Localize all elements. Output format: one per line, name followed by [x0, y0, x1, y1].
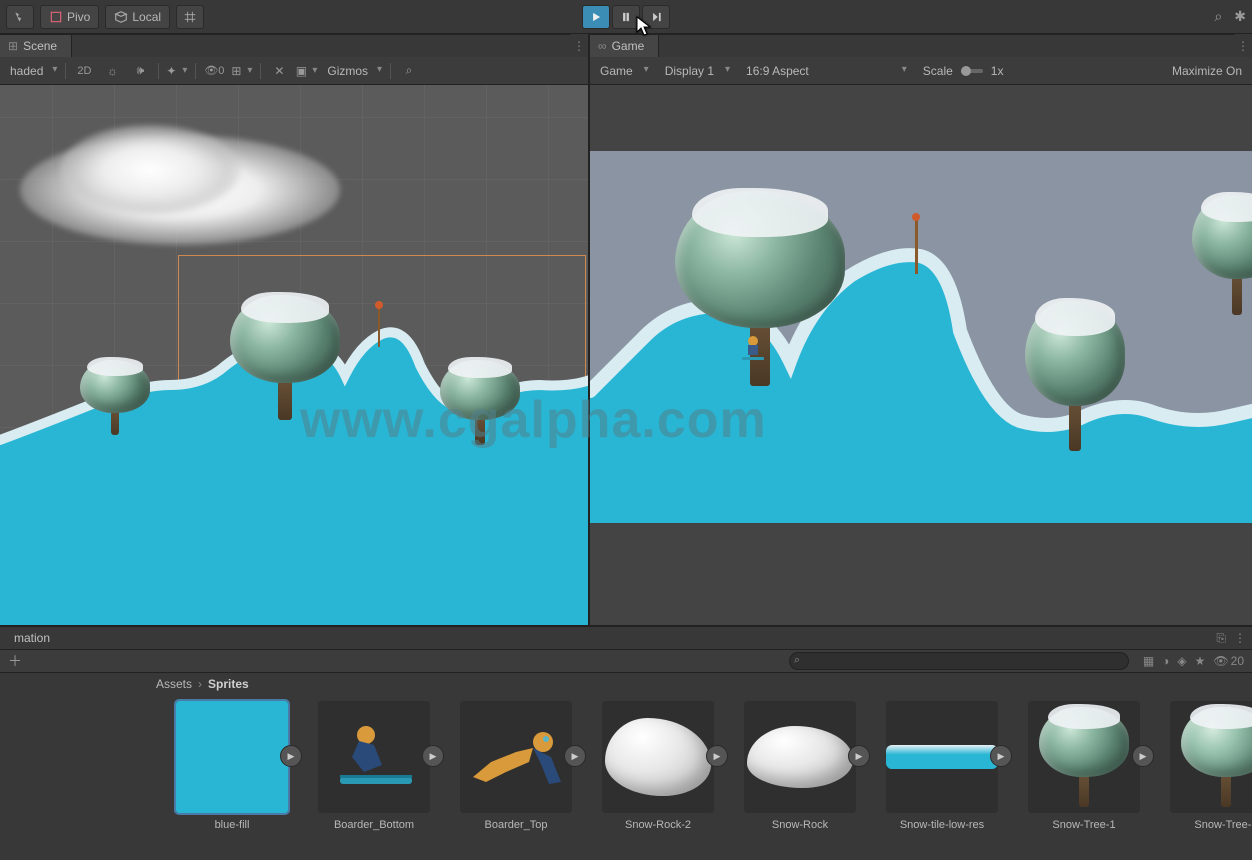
scene-toolbar: haded 2D ☼ 🕪 ✦ 👁0 ⊞ ✕ ▣ Gizmos ⌕ [0, 57, 588, 85]
local-label: Local [132, 10, 161, 24]
asset-item[interactable]: Snow-Tree-1 ▶ [1024, 701, 1144, 831]
scene-tab-menu[interactable]: ⋮ [570, 34, 588, 57]
mode-2d-toggle[interactable]: 2D [72, 61, 96, 81]
scene-panel: haded 2D ☼ 🕪 ✦ 👁0 ⊞ ✕ ▣ Gizmos ⌕ [0, 57, 590, 625]
expand-icon[interactable]: ▶ [422, 745, 444, 767]
asset-item[interactable]: Snow-tile-low-res ▶ [882, 701, 1002, 831]
player-sprite [738, 331, 768, 361]
project-search-input[interactable] [789, 652, 1129, 670]
asset-item[interactable]: Boarder_Bottom ▶ [314, 701, 434, 831]
breadcrumb-current[interactable]: Sprites [208, 677, 249, 691]
search-icon[interactable]: ⌕ [1214, 8, 1222, 25]
lighting-icon[interactable]: ☼ [100, 61, 124, 81]
asset-item[interactable]: Snow-Rock-2 ▶ [598, 701, 718, 831]
hidden-icon[interactable]: 👁0 [202, 61, 226, 81]
display-dropdown[interactable]: Display 1 [665, 64, 732, 78]
tree-sprite [80, 360, 150, 435]
tool-hand-icon[interactable] [6, 5, 34, 29]
scale-value: 1x [991, 64, 1004, 78]
game-panel: Game Display 1 16:9 Aspect Scale 1x Maxi… [590, 57, 1252, 625]
asset-item[interactable]: Snow-Tree-2 ▶ [1166, 701, 1252, 831]
game-tree-sprite [1192, 195, 1252, 315]
pivot-toggle[interactable]: Pivo [40, 5, 99, 29]
filter-label-icon[interactable]: ◈ [1177, 654, 1186, 668]
expand-icon[interactable]: ▶ [280, 745, 302, 767]
audio-icon[interactable]: 🕪 [128, 61, 152, 81]
game-viewport[interactable] [590, 85, 1252, 625]
top-toolbar: Pivo Local ⌕ ✱ [0, 0, 1252, 34]
asset-item[interactable]: Snow-Rock ▶ [740, 701, 860, 831]
scene-tab[interactable]: ⊞ Scene [0, 34, 72, 57]
scene-viewport[interactable] [0, 85, 588, 625]
pole-sprite [378, 307, 380, 347]
grid-snap-icon[interactable] [176, 5, 204, 29]
project-search-icon: ⌕ [794, 654, 800, 667]
add-icon[interactable]: ＋ [8, 651, 22, 671]
panel-menu-icon[interactable]: ⋮ [1234, 631, 1246, 646]
camera-dropdown[interactable]: ▣ [295, 61, 319, 81]
filter-icon[interactable]: ▦ [1143, 654, 1154, 668]
lock-icon[interactable]: ⎘ [1216, 631, 1226, 646]
filter-type-icon[interactable]: ◑ [1162, 654, 1169, 668]
favorite-icon[interactable]: ★ [1195, 654, 1206, 668]
local-toggle[interactable]: Local [105, 5, 170, 29]
scene-tab-icon: ⊞ [8, 39, 18, 53]
game-tab-icon: ∞ [598, 39, 607, 53]
snowflake-icon[interactable]: ✱ [1234, 8, 1246, 25]
expand-icon[interactable]: ▶ [1132, 745, 1154, 767]
game-tree-sprite [1025, 301, 1125, 451]
game-tab[interactable]: ∞ Game [590, 34, 659, 57]
maximize-toggle[interactable]: Maximize On [1172, 64, 1242, 78]
game-tab-label: Game [612, 39, 645, 53]
grid-dropdown[interactable]: ⊞ [230, 61, 254, 81]
expand-icon[interactable]: ▶ [706, 745, 728, 767]
pivot-label: Pivo [67, 10, 90, 24]
project-toolbar: ＋ ⌕ ▦ ◑ ◈ ★ 👁20 [0, 649, 1252, 673]
scene-search-icon[interactable]: ⌕ [397, 61, 421, 81]
game-pole-sprite [915, 219, 918, 274]
shading-dropdown[interactable]: haded [6, 62, 59, 80]
tools-icon[interactable]: ✕ [267, 61, 291, 81]
play-button[interactable] [582, 5, 610, 29]
game-target-dropdown[interactable]: Game [600, 64, 651, 78]
game-toolbar: Game Display 1 16:9 Aspect Scale 1x Maxi… [590, 57, 1252, 85]
animation-tab[interactable]: mation [6, 629, 58, 647]
expand-icon[interactable]: ▶ [564, 745, 586, 767]
asset-item[interactable]: blue-fill ▶ [172, 701, 292, 831]
scene-tab-label: Scene [23, 39, 57, 53]
gizmos-dropdown[interactable]: Gizmos [323, 62, 384, 80]
fx-dropdown[interactable]: ✦ [165, 61, 189, 81]
expand-icon[interactable]: ▶ [990, 745, 1012, 767]
hidden-count[interactable]: 👁20 [1213, 654, 1244, 668]
tree-sprite [440, 360, 520, 445]
tree-sprite [230, 295, 340, 420]
asset-item[interactable]: Boarder_Top ▶ [456, 701, 576, 831]
assets-grid: blue-fill ▶ Boarder_Bottom ▶ Boarder_Top… [0, 695, 1252, 859]
breadcrumb-separator: › [198, 677, 202, 691]
aspect-dropdown[interactable]: 16:9 Aspect [746, 64, 909, 78]
breadcrumb: Assets › Sprites [0, 673, 1252, 695]
project-panel: mation ⎘ ⋮ ＋ ⌕ ▦ ◑ ◈ ★ 👁20 Assets › Spri… [0, 625, 1252, 859]
game-tab-menu[interactable]: ⋮ [1234, 34, 1252, 57]
expand-icon[interactable]: ▶ [848, 745, 870, 767]
step-button[interactable] [642, 5, 670, 29]
scale-slider[interactable] [961, 69, 983, 73]
scale-label: Scale [923, 64, 953, 78]
pause-button[interactable] [612, 5, 640, 29]
breadcrumb-root[interactable]: Assets [156, 677, 192, 691]
